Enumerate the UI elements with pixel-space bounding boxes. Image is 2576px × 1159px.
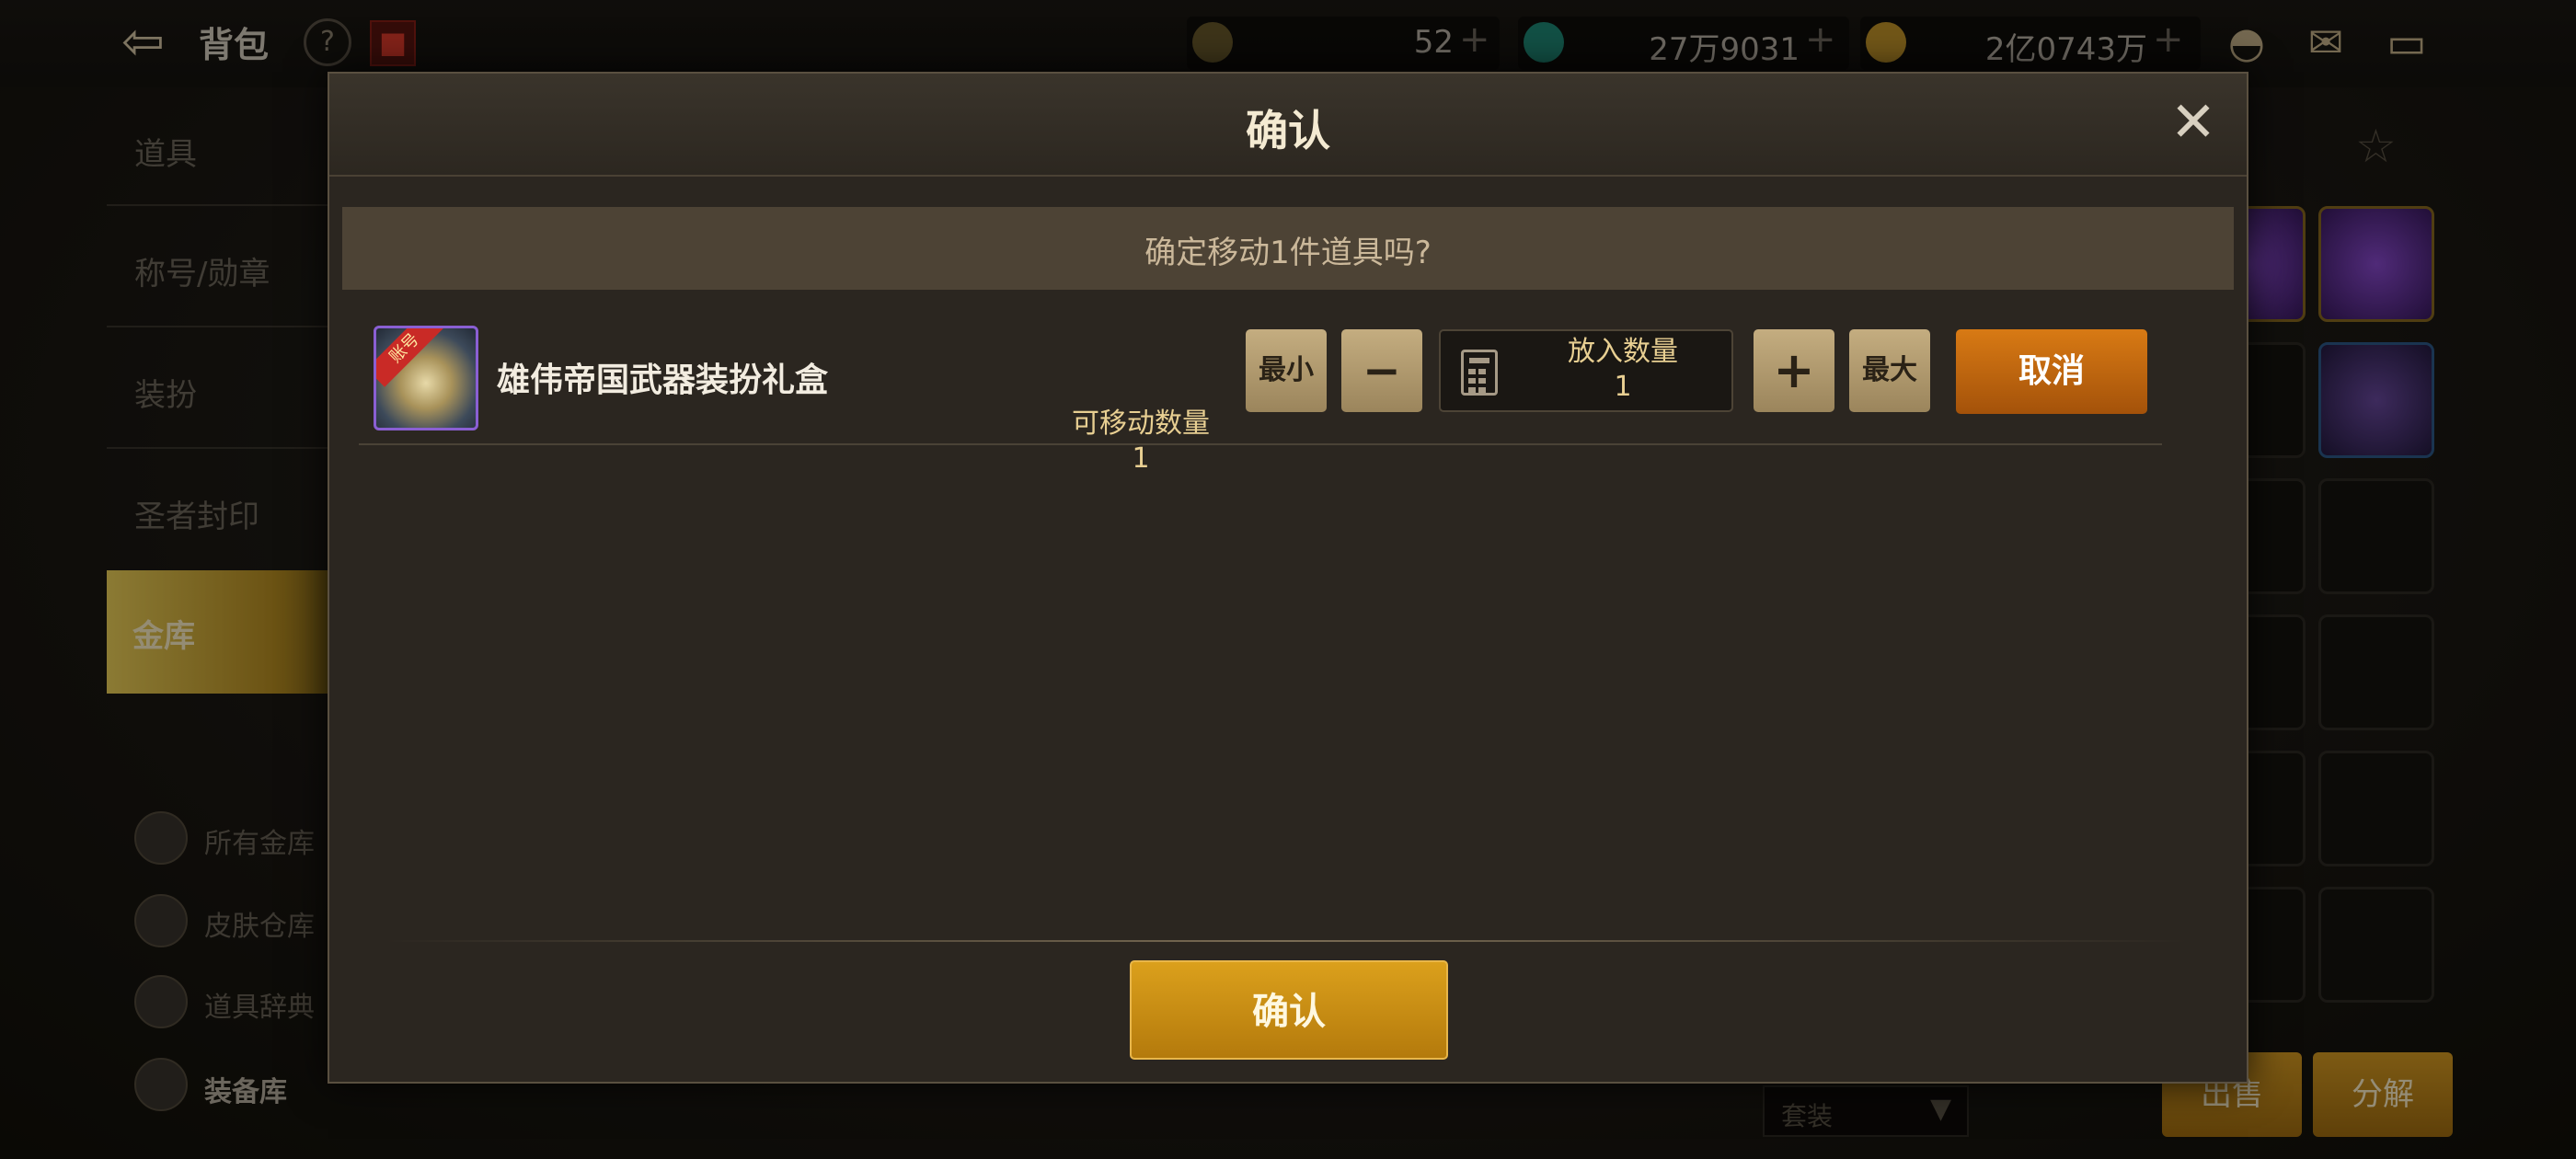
plus-button[interactable]: +: [1754, 329, 1834, 412]
item-name: 雄伟帝国武器装扮礼盒: [497, 361, 829, 399]
movable-quantity-label: 可移动数量: [1072, 407, 1210, 440]
put-quantity-label: 放入数量: [1568, 336, 1678, 368]
put-quantity: 放入数量 1: [1514, 335, 1731, 405]
minus-button[interactable]: −: [1341, 329, 1422, 412]
confirm-button[interactable]: 确认: [1130, 960, 1448, 1060]
max-button[interactable]: 最大: [1849, 329, 1930, 412]
put-quantity-value: 1: [1614, 371, 1632, 403]
put-quantity-field[interactable]: 放入数量 1: [1439, 329, 1733, 412]
close-icon[interactable]: ✕: [2168, 95, 2219, 151]
prompt-text: 确定移动1件道具吗?: [1144, 235, 1432, 271]
account-bound-ribbon: 账号: [376, 328, 443, 387]
divider: [385, 940, 2188, 942]
calculator-icon[interactable]: [1461, 350, 1498, 396]
cancel-button[interactable]: 取消: [1956, 329, 2147, 414]
movable-quantity: 可移动数量 1: [1058, 407, 1224, 476]
movable-quantity-value: 1: [1132, 442, 1150, 475]
costume-box-icon: 账号: [374, 326, 478, 430]
confirm-dialog: 确认 ✕ 确定移动1件道具吗? 账号 雄伟帝国武器装扮礼盒 可移动数量 1 最小…: [328, 72, 2248, 1084]
dialog-header: 确认 ✕: [329, 74, 2247, 177]
dialog-title: 确认: [1246, 106, 1330, 155]
min-button[interactable]: 最小: [1246, 329, 1327, 412]
prompt-bar: 确定移动1件道具吗?: [342, 207, 2234, 290]
